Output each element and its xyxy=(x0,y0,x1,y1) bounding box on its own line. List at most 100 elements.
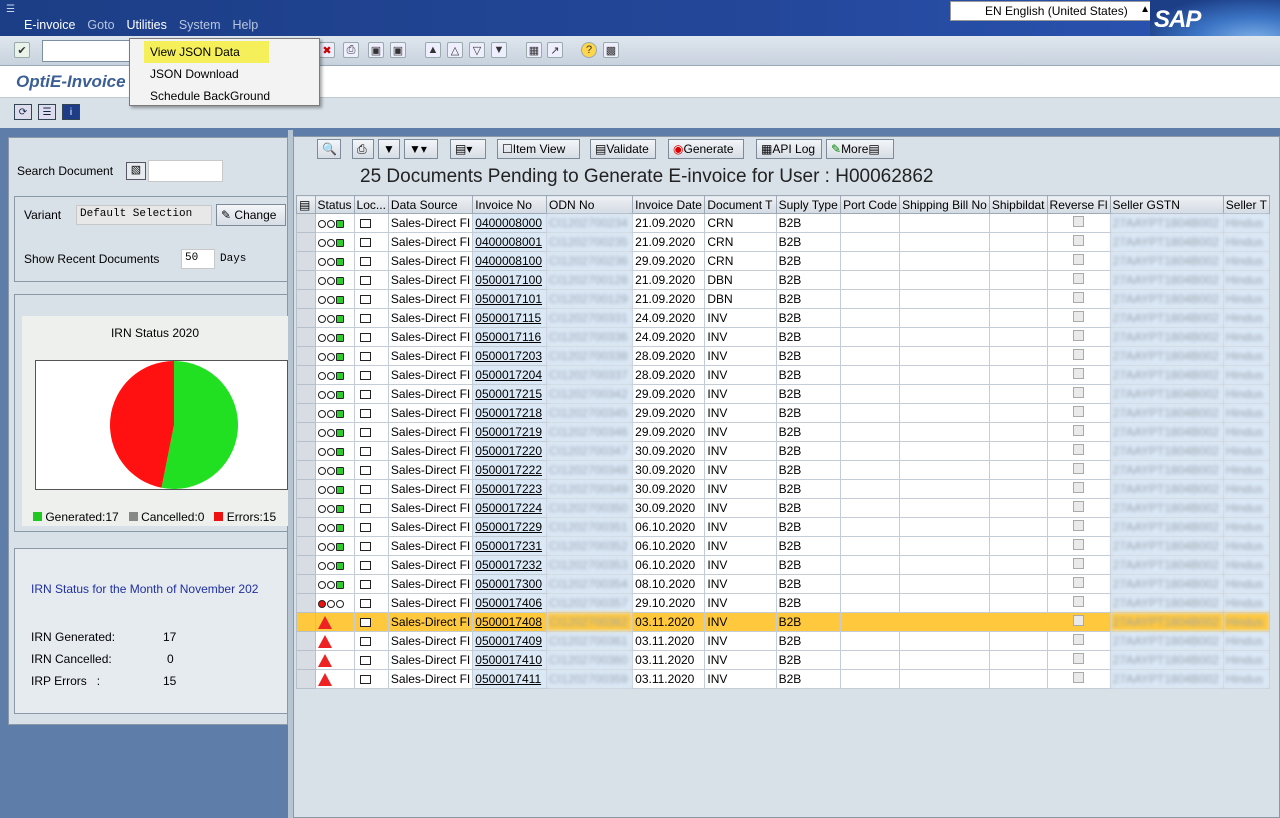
reverse-flag-checkbox[interactable] xyxy=(1046,460,1111,480)
invoice-no-link[interactable]: 0500017116 xyxy=(472,327,548,347)
shortcut-icon[interactable]: ↗ xyxy=(547,42,563,58)
more-button[interactable]: ✎ More ▤ xyxy=(826,139,894,159)
table-row[interactable]: Sales-Direct FI 0500017116 CI1202700336 24.… xyxy=(296,327,1270,347)
reverse-flag-checkbox[interactable] xyxy=(1046,536,1111,556)
table-row[interactable]: Sales-Direct FI 0500017410 CI1202700360 03.… xyxy=(296,650,1270,670)
menu-help[interactable]: Help xyxy=(227,18,265,32)
menu-e-invoice[interactable]: E-invoice xyxy=(18,18,81,32)
row-selector[interactable] xyxy=(296,346,316,366)
reverse-flag-checkbox[interactable] xyxy=(1046,403,1111,423)
invoice-no-link[interactable]: 0500017204 xyxy=(472,365,548,385)
filter-icon[interactable]: ▼ xyxy=(378,139,400,159)
table-row[interactable]: Sales-Direct FI 0500017219 CI1202700346 29.… xyxy=(296,422,1270,442)
invoice-no-link[interactable]: 0400008100 xyxy=(472,251,548,271)
invoice-no-link[interactable]: 0500017215 xyxy=(472,384,548,404)
row-selector[interactable] xyxy=(296,403,316,423)
menu-item-json-download[interactable]: JSON Download xyxy=(130,63,319,85)
column-header-odn-no[interactable]: ODN No xyxy=(546,195,634,214)
reverse-flag-checkbox[interactable] xyxy=(1046,251,1111,271)
column-header-data-source[interactable]: Data Source xyxy=(387,195,474,214)
invoice-no-link[interactable]: 0500017203 xyxy=(472,346,548,366)
reverse-flag-checkbox[interactable] xyxy=(1046,308,1111,328)
row-selector[interactable] xyxy=(296,498,316,518)
reverse-flag-checkbox[interactable] xyxy=(1046,232,1111,252)
column-header-reverse-flag[interactable]: Reverse Fl xyxy=(1046,195,1111,214)
table-row[interactable]: Sales-Direct FI 0500017215 CI1202700342 29.… xyxy=(296,384,1270,404)
table-row[interactable]: Sales-Direct FI 0500017101 CI1202700129 21.… xyxy=(296,289,1270,309)
menu-goto[interactable]: Goto xyxy=(81,18,120,32)
row-selector[interactable] xyxy=(296,574,316,594)
column-header-shipping-bill-no[interactable]: Shipping Bill No xyxy=(899,195,990,214)
row-selector[interactable] xyxy=(296,593,316,613)
table-row[interactable]: Sales-Direct FI 0500017222 CI1202700348 30.… xyxy=(296,460,1270,480)
print-icon[interactable]: ⎙ xyxy=(343,42,359,58)
row-selector[interactable] xyxy=(296,289,316,309)
new-session-icon[interactable]: ▦ xyxy=(526,42,542,58)
menu-utilities[interactable]: Utilities xyxy=(121,18,173,32)
search-help-icon[interactable]: ▧ xyxy=(126,162,146,180)
invoice-no-link[interactable]: 0500017224 xyxy=(472,498,548,518)
filter-menu-icon[interactable]: ▼▾ xyxy=(404,139,438,159)
row-selector[interactable] xyxy=(296,270,316,290)
row-selector[interactable] xyxy=(296,650,316,670)
reverse-flag-checkbox[interactable] xyxy=(1046,365,1111,385)
table-row[interactable]: Sales-Direct FI 0500017231 CI1202700352 06.… xyxy=(296,536,1270,556)
enter-check-icon[interactable]: ✔ xyxy=(14,42,30,58)
validate-button[interactable]: ▤ Validate xyxy=(590,139,656,159)
change-variant-button[interactable]: ✎ Change xyxy=(216,204,286,226)
layout-menu-icon[interactable]: ▩ xyxy=(603,42,619,58)
invoice-no-link[interactable]: 0500017222 xyxy=(472,460,548,480)
row-selector[interactable] xyxy=(296,422,316,442)
table-row[interactable]: Sales-Direct FI 0500017218 CI1202700345 29.… xyxy=(296,403,1270,423)
table-row[interactable]: Sales-Direct FI 0400008001 CI1202700235 21.… xyxy=(296,232,1270,252)
table-row[interactable]: Sales-Direct FI 0400008000 CI1202700234 21.… xyxy=(296,213,1270,233)
reverse-flag-checkbox[interactable] xyxy=(1046,631,1111,651)
table-row[interactable]: Sales-Direct FI 0500017229 CI1202700351 06.… xyxy=(296,517,1270,537)
invoice-no-link[interactable]: 0500017408 xyxy=(472,612,548,632)
table-row[interactable]: Sales-Direct FI 0500017204 CI1202700337 28.… xyxy=(296,365,1270,385)
reverse-flag-checkbox[interactable] xyxy=(1046,555,1111,575)
variant-field[interactable]: Default Selection xyxy=(76,205,212,225)
row-selector[interactable] xyxy=(296,232,316,252)
reverse-flag-checkbox[interactable] xyxy=(1046,384,1111,404)
table-row[interactable]: Sales-Direct FI 0500017223 CI1202700349 30.… xyxy=(296,479,1270,499)
reverse-flag-checkbox[interactable] xyxy=(1046,441,1111,461)
print-grid-icon[interactable]: ⎙ xyxy=(352,139,374,159)
table-row[interactable]: Sales-Direct FI 0500017203 CI1202700338 28.… xyxy=(296,346,1270,366)
reverse-flag-checkbox[interactable] xyxy=(1046,498,1111,518)
last-page-icon[interactable]: ▼ xyxy=(491,42,507,58)
invoice-no-link[interactable]: 0500017229 xyxy=(472,517,548,537)
info-icon[interactable]: i xyxy=(62,104,80,120)
row-selector[interactable] xyxy=(296,669,316,689)
reverse-flag-checkbox[interactable] xyxy=(1046,650,1111,670)
invoice-no-link[interactable]: 0500017409 xyxy=(472,631,548,651)
reverse-flag-checkbox[interactable] xyxy=(1046,612,1111,632)
table-row[interactable]: Sales-Direct FI 0500017232 CI1202700353 06.… xyxy=(296,555,1270,575)
reverse-flag-checkbox[interactable] xyxy=(1046,289,1111,309)
row-selector[interactable] xyxy=(296,213,316,233)
next-page-icon[interactable]: ▽ xyxy=(469,42,485,58)
export-icon[interactable]: ▤▾ xyxy=(450,139,486,159)
row-selector[interactable] xyxy=(296,631,316,651)
menu-system[interactable]: System xyxy=(173,18,227,32)
invoice-no-link[interactable]: 0500017411 xyxy=(472,669,548,689)
column-header-shipbill-date[interactable]: Shipbildat xyxy=(988,195,1048,214)
item-view-button[interactable]: ☐ Item View xyxy=(497,139,580,159)
recent-days-input[interactable]: 50 xyxy=(181,249,215,269)
column-header-supply-type[interactable]: Suply Type xyxy=(775,195,842,214)
row-selector[interactable] xyxy=(296,479,316,499)
list-icon[interactable]: ☰ xyxy=(38,104,56,120)
table-row[interactable]: Sales-Direct FI 0500017224 CI1202700350 30.… xyxy=(296,498,1270,518)
command-field[interactable] xyxy=(42,40,142,62)
invoice-no-link[interactable]: 0500017406 xyxy=(472,593,548,613)
reverse-flag-checkbox[interactable] xyxy=(1046,593,1111,613)
column-header-status[interactable]: Status xyxy=(314,195,355,214)
table-row[interactable]: Sales-Direct FI 0500017220 CI1202700347 30.… xyxy=(296,441,1270,461)
find-next-icon[interactable]: ▣ xyxy=(390,42,406,58)
row-selector[interactable] xyxy=(296,441,316,461)
row-selector[interactable] xyxy=(296,251,316,271)
table-row[interactable]: Sales-Direct FI 0500017406 CI1202700357 29.… xyxy=(296,593,1270,613)
column-header-document-type[interactable]: Document T xyxy=(704,195,777,214)
column-header-invoice-date[interactable]: Invoice Date xyxy=(632,195,706,214)
column-header-seller-gstn[interactable]: Seller GSTN xyxy=(1109,195,1224,214)
